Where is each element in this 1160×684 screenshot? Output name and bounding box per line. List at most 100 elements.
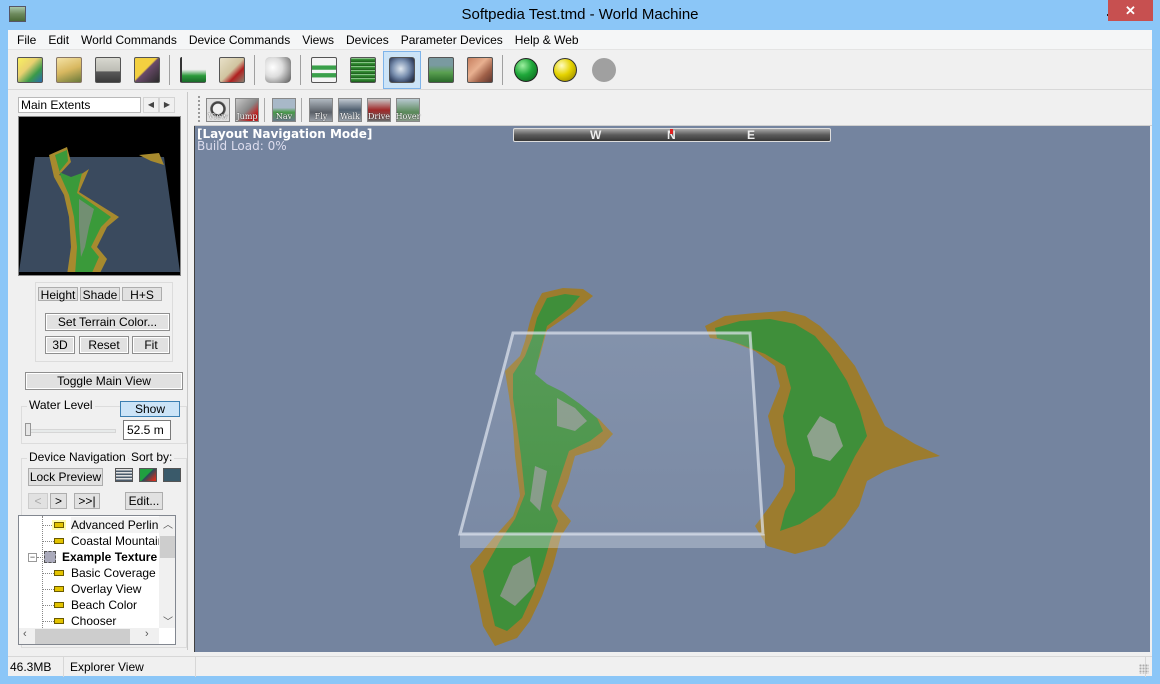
prev-extents-button[interactable]: ◀ [143, 97, 159, 113]
nav-nav-label: Nav [275, 112, 293, 121]
nav-next-button[interactable]: > [50, 493, 67, 509]
water-level-input[interactable]: 52.5 m [123, 420, 171, 440]
water-level-slider-thumb[interactable] [25, 423, 31, 436]
menu-edit[interactable]: Edit [42, 30, 75, 50]
nav-drive-button[interactable]: Drive [367, 98, 391, 122]
terrain-preview[interactable] [18, 116, 181, 276]
nav-walk-button[interactable]: Walk [338, 98, 362, 122]
scroll-down-icon[interactable]: ﹀ [163, 613, 173, 628]
sort-list-icon[interactable] [115, 468, 133, 482]
nav-jump-label: Jump [236, 112, 258, 121]
terrain-3d-icon [427, 56, 454, 83]
3d-view-button[interactable] [422, 51, 460, 89]
build-preview-button[interactable] [546, 51, 584, 89]
nav-view-button[interactable]: View [206, 98, 230, 122]
preview-bottom-edge [19, 272, 180, 275]
extents-selector[interactable]: Main Extents [18, 97, 141, 113]
scroll-up-icon[interactable]: ︿ [163, 516, 173, 531]
fit-preview-button[interactable]: Fit [132, 336, 170, 354]
device-view-button[interactable] [305, 51, 343, 89]
tree-horizontal-scroll-thumb[interactable] [35, 629, 130, 644]
toolbar-grip[interactable] [198, 96, 200, 122]
title-bar[interactable]: Softpedia Test.tmd - World Machine [0, 0, 1160, 30]
tree-item-label: Beach Color [71, 598, 138, 612]
build-load-text: Build Load: 0% [197, 139, 287, 153]
scroll-left-icon[interactable]: ‹ [23, 628, 27, 640]
terrain-extents-icon [179, 56, 206, 83]
left-panel: Main Extents ◀ ▶ Height Shade H+S Set Te… [8, 92, 188, 650]
status-bar: 46.3MB Explorer View [8, 656, 1152, 677]
texture-icon [466, 56, 493, 83]
nav-last-button[interactable]: >>| [74, 493, 100, 509]
sort-type-icon[interactable] [139, 468, 157, 482]
compass-east: E [747, 128, 756, 142]
menu-help-web[interactable]: Help & Web [509, 30, 585, 50]
menu-world-commands[interactable]: World Commands [75, 30, 183, 50]
export-button[interactable] [128, 51, 166, 89]
tree-item-label: Advanced Perlin [71, 517, 165, 533]
toggle-main-view-button[interactable]: Toggle Main View [25, 372, 183, 390]
menu-parameter-devices[interactable]: Parameter Devices [395, 30, 509, 50]
nav-nav-button[interactable]: Nav [272, 98, 296, 122]
device-icon [54, 586, 64, 592]
nav-prev-button[interactable]: < [28, 493, 48, 509]
tree-item-advanced-perlin[interactable]: Advanced Perlin [19, 517, 165, 533]
export-arrow-icon [133, 56, 160, 83]
explorer-3d-view[interactable]: [Layout Navigation Mode] Build Load: 0% … [194, 126, 1150, 652]
randomize-button[interactable] [259, 51, 297, 89]
menu-file[interactable]: File [11, 30, 42, 50]
3d-preview-button[interactable]: 3D [45, 336, 75, 354]
save-world-button[interactable] [89, 51, 127, 89]
menu-bar: File Edit World Commands Device Commands… [8, 30, 1152, 50]
show-water-button[interactable]: Show [120, 401, 180, 417]
menu-devices[interactable]: Devices [340, 30, 395, 50]
build-button[interactable] [507, 51, 545, 89]
device-icon [54, 538, 64, 544]
menu-views[interactable]: Views [296, 30, 340, 50]
extents-plate-front [460, 534, 765, 548]
stop-build-button[interactable] [585, 51, 623, 89]
device-icon [54, 602, 64, 608]
layout-view-button[interactable] [344, 51, 382, 89]
tree-connector [42, 573, 54, 574]
sort-tree-icon[interactable] [163, 468, 181, 482]
tree-vertical-scroll-thumb[interactable] [160, 536, 175, 558]
device-icon [54, 522, 64, 528]
explorer-view-button[interactable] [382, 50, 421, 89]
texture-view-button[interactable] [461, 51, 499, 89]
world-settings-button[interactable] [174, 51, 212, 89]
project-settings-button[interactable] [213, 51, 251, 89]
resize-grip-icon[interactable] [1139, 664, 1149, 674]
tree-connector [42, 605, 54, 606]
floppy-disk-icon [94, 56, 121, 83]
device-tree[interactable]: Advanced Perlin Coastal Mountains − Exam… [18, 515, 176, 645]
next-extents-button[interactable]: ▶ [159, 97, 175, 113]
set-terrain-color-button[interactable]: Set Terrain Color... [45, 313, 170, 331]
nav-walk-label: Walk [340, 112, 360, 121]
dice-icon [264, 56, 291, 83]
menu-device-commands[interactable]: Device Commands [183, 30, 296, 50]
edit-device-button[interactable]: Edit... [125, 492, 163, 510]
device-navigation-label: Device Navigation [27, 450, 128, 464]
tree-vertical-scrollbar[interactable]: ︿ ﹀ [159, 516, 175, 628]
close-button[interactable]: ✕ [1108, 0, 1153, 21]
height-view-button[interactable]: Height [38, 287, 78, 302]
nav-fly-button[interactable]: Fly [309, 98, 333, 122]
nav-jump-button[interactable]: Jump [235, 98, 259, 122]
height-shade-view-button[interactable]: H+S [122, 287, 162, 302]
reset-preview-button[interactable]: Reset [79, 336, 129, 354]
collapse-icon[interactable]: − [28, 553, 37, 562]
globe-icon [388, 56, 415, 83]
nav-hover-button[interactable]: Hover [396, 98, 420, 122]
new-world-button[interactable] [11, 51, 49, 89]
device-graph-icon [310, 56, 337, 83]
compass-bar: W N E [513, 128, 831, 142]
water-level-slider-track[interactable] [28, 429, 116, 433]
navigation-toolbar: View Jump Nav Fly Walk Drive Hover [194, 92, 1152, 126]
shade-view-button[interactable]: Shade [80, 287, 120, 302]
scroll-right-icon[interactable]: › [145, 628, 149, 640]
lock-preview-button[interactable]: Lock Preview [28, 468, 103, 486]
toolbar-separator [169, 54, 170, 85]
checklist-icon [218, 56, 245, 83]
open-world-button[interactable] [50, 51, 88, 89]
